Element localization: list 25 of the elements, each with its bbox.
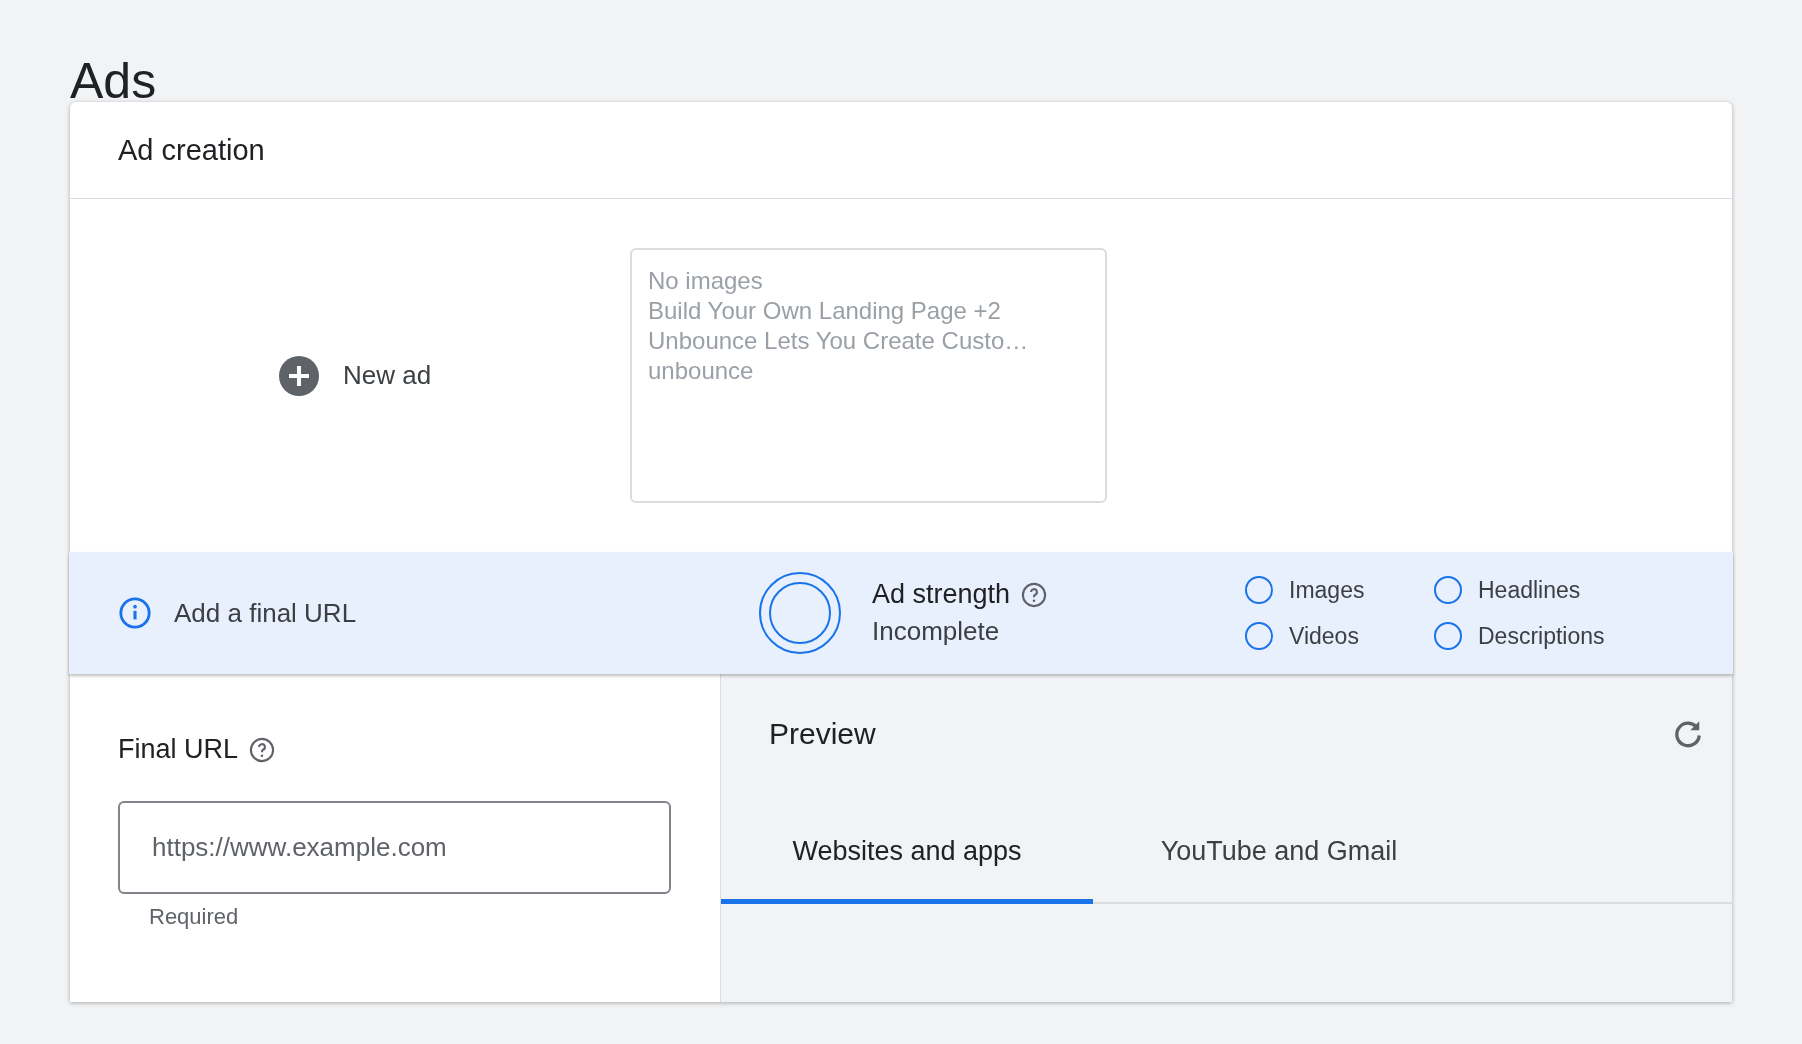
new-ad-button[interactable]: New ad (275, 351, 495, 400)
ad-preview-text: No images (648, 266, 764, 296)
info-icon (118, 596, 152, 630)
checklist-label: Images (1289, 576, 1365, 604)
banner-message: Add a final URL (174, 597, 357, 629)
final-url-label: Final URL (118, 734, 239, 765)
ad-preview-text: Build Your Own Landing Page +2 (648, 296, 1002, 326)
ad-preview-text: unbounce (648, 356, 755, 386)
help-icon[interactable] (248, 735, 277, 764)
card-title: Ad creation (118, 133, 265, 167)
preview-tab[interactable]: YouTube and Gmail (1093, 804, 1465, 904)
checklist-label: Descriptions (1478, 622, 1605, 650)
preview-title: Preview (769, 717, 876, 751)
page-title: Ads (70, 52, 158, 102)
checklist-label: Headlines (1478, 576, 1581, 604)
checklist-label: Videos (1289, 622, 1359, 650)
ad-preview-text: Unbounce Lets You Create Custo… (648, 326, 1030, 356)
preview-tab[interactable]: Websites and apps (721, 804, 1093, 904)
ad-strength-label: Ad strength (872, 579, 1011, 610)
strength-ring-icon (758, 571, 842, 655)
ad-strength-value: Incomplete (872, 616, 1001, 647)
required-hint: Required (149, 904, 240, 930)
help-icon[interactable] (1020, 580, 1049, 609)
final-url-field[interactable]: https://www.example.com (118, 801, 671, 894)
plus-icon (279, 355, 319, 396)
